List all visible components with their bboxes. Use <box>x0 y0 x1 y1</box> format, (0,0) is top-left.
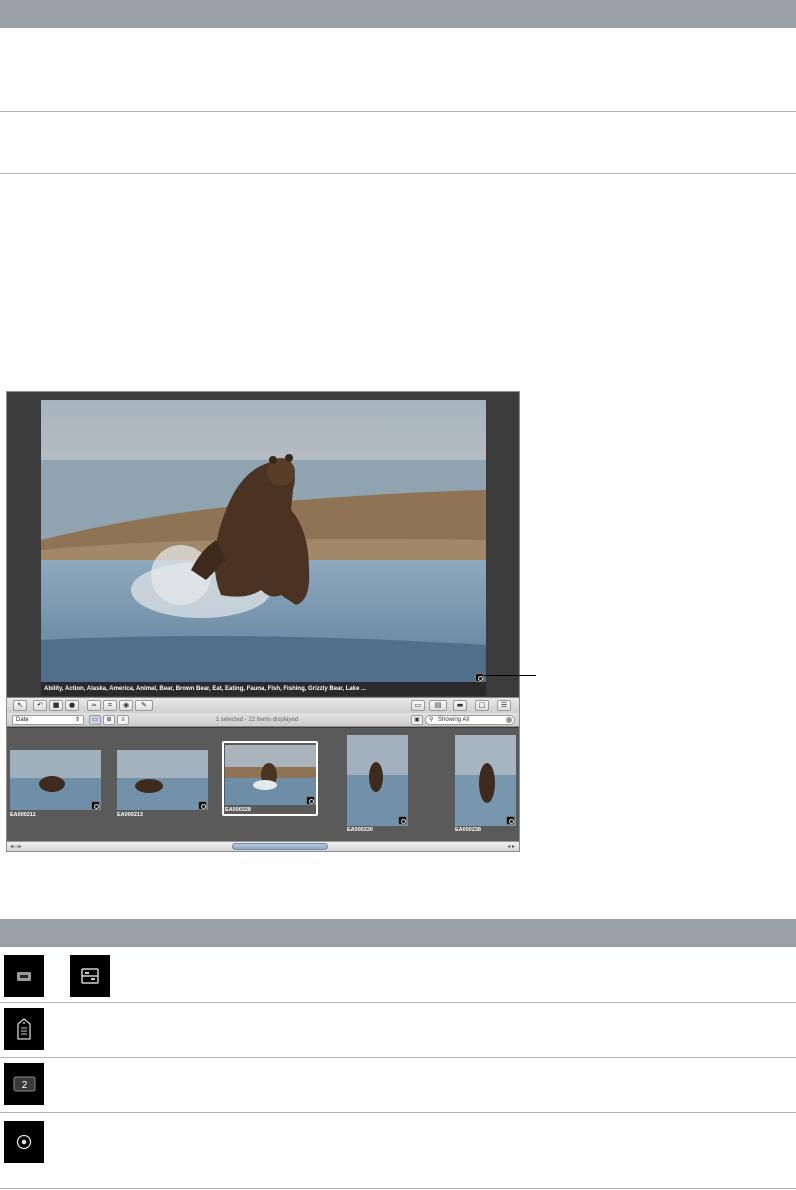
adjustment-badge-icon <box>91 801 100 810</box>
divider <box>0 173 796 174</box>
crop-tool-icon[interactable]: ⌗ <box>103 700 117 711</box>
filter-hud-button[interactable]: ▣ <box>411 715 423 725</box>
thumbnail-image <box>455 735 516 826</box>
divider <box>0 111 796 112</box>
stack-count-icon: 2 <box>4 1063 44 1105</box>
scroll-arrows-icon[interactable]: ◂ ▸ <box>507 843 515 850</box>
thumbnail-image <box>117 750 208 810</box>
thumbnail-label: EA000228 <box>225 807 251 813</box>
loupe-tool-icon[interactable]: ▭ <box>411 700 425 711</box>
list-view-button[interactable]: ≡ <box>117 715 129 725</box>
inspector-toggle-icon[interactable]: ▬ <box>453 700 467 711</box>
adjustment-badge-icon <box>306 796 315 805</box>
thumbnail-label: EA000213 <box>117 812 143 818</box>
adjustment-badge-icon[interactable] <box>475 673 484 682</box>
sort-by-select[interactable]: Date ⇕ <box>12 715 84 725</box>
browser-scrollbar[interactable]: ◂▭▸ ◂ ▸ <box>7 841 519 851</box>
table-header-bar <box>0 919 796 947</box>
filter-bar: Date ⇕ ▭ ⊞ ≡ 1 selected - 22 items displ… <box>7 713 519 727</box>
red-eye-tool-icon[interactable]: ◉ <box>119 700 133 711</box>
brush-tool-icon[interactable]: ✎ <box>135 700 153 711</box>
thumbnail-image <box>347 735 408 826</box>
thumbnail-image <box>225 745 316 805</box>
split-view-icon[interactable]: □ <box>475 700 489 711</box>
keywords-overlay: Ability, Action, Alaska, America, Animal… <box>41 682 486 696</box>
divider <box>0 1057 796 1058</box>
clear-search-icon[interactable] <box>506 717 512 723</box>
adjustment-badge-icon <box>506 816 515 825</box>
search-value: Showing All <box>438 717 470 723</box>
search-field[interactable]: ⚲ Showing All <box>425 715 515 725</box>
search-icon: ⚲ <box>429 717 434 723</box>
viewer-pane: Ability, Action, Alaska, America, Animal… <box>7 392 519 697</box>
divider <box>0 1112 796 1113</box>
lift-tool-icon[interactable]: ■ <box>49 700 63 711</box>
viewer-mode-icon[interactable]: ▤ <box>429 700 447 711</box>
scroll-thumb[interactable] <box>232 843 328 850</box>
tool-strip: ↖ ↶ ■ ● ≈ ⌗ ◉ ✎ ▭ ▤ ▬ □ ☰ <box>7 697 519 713</box>
viewer-button-icon <box>4 955 44 997</box>
sort-by-value: Date <box>16 717 29 723</box>
list-view-icon[interactable]: ☰ <box>497 700 511 711</box>
divider <box>0 1002 796 1003</box>
thumbnail-label: EA000211 <box>10 812 36 818</box>
aperture-window: Ability, Action, Alaska, America, Animal… <box>6 391 520 852</box>
adjustment-badge-icon <box>398 816 407 825</box>
divider <box>0 1188 796 1189</box>
adjustment-badge-icon <box>198 801 207 810</box>
select-tool-icon[interactable]: ↖ <box>13 700 27 711</box>
filmstrip-view-button[interactable]: ▭ <box>89 715 101 725</box>
stamp-tool-icon[interactable]: ● <box>65 700 79 711</box>
top-header-bar <box>0 0 796 28</box>
zoom-slider-icon[interactable]: ◂▭▸ <box>10 843 22 850</box>
grid-view-button[interactable]: ⊞ <box>103 715 115 725</box>
target-circle-icon <box>4 1121 44 1163</box>
thumbnail-label: EA000238 <box>455 827 481 833</box>
main-photo[interactable] <box>41 400 486 682</box>
browser-pane: EA000211 EA000213 EA000228 EA000230 EA00… <box>7 728 519 841</box>
select-arrow-icon: ⇕ <box>74 717 80 723</box>
thumbnail-image <box>10 750 101 810</box>
thumbnail-label: EA000230 <box>347 827 373 833</box>
straighten-tool-icon[interactable]: ≈ <box>87 700 101 711</box>
selection-status: 1 selected - 22 items displayed <box>215 717 299 723</box>
browser-split-button-icon <box>70 955 110 997</box>
rotate-tool-icon[interactable]: ↶ <box>33 700 47 711</box>
callout-line <box>484 675 536 676</box>
metadata-tag-icon <box>4 1008 44 1050</box>
stack-count-text: 2 <box>22 1080 28 1091</box>
